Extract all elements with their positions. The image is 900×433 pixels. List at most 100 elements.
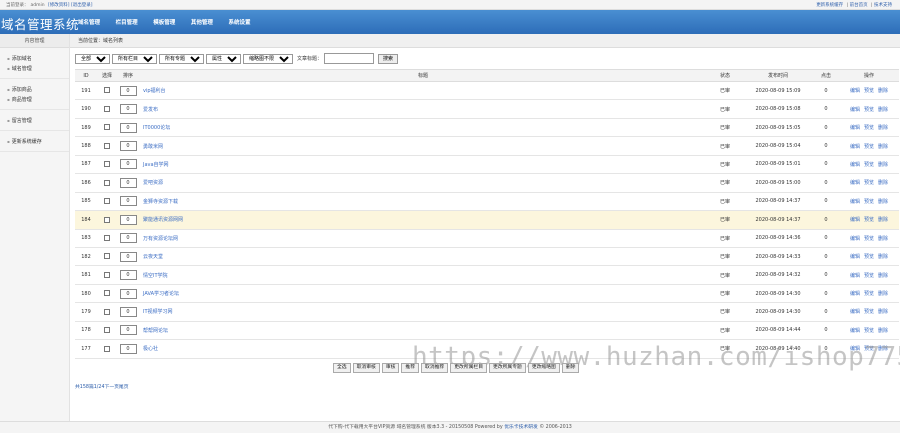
update-cache-link[interactable]: 更新系统缓存 — [816, 3, 843, 8]
order-input[interactable]: 0 — [119, 270, 137, 281]
pagination[interactable]: 共158篇1/24下一页尾页 — [75, 383, 129, 390]
nav-template-manage[interactable]: 模板管理 — [153, 20, 175, 26]
delete-link[interactable]: 删除 — [878, 88, 888, 94]
delete-link[interactable]: 删除 — [878, 144, 888, 150]
title-link[interactable]: vip福利台 — [143, 88, 166, 94]
edit-link[interactable]: 编辑 — [850, 328, 860, 334]
column-select[interactable]: 所有栏目 — [112, 53, 157, 64]
delete-link[interactable]: 删除 — [878, 162, 888, 168]
unrecommend-button[interactable]: 取消推荐 — [421, 363, 449, 373]
delete-link[interactable]: 删除 — [878, 217, 888, 223]
edit-link[interactable]: 编辑 — [850, 107, 860, 113]
edit-link[interactable]: 编辑 — [850, 254, 860, 260]
sidebar-item-domain-manage[interactable]: 域名管理 — [7, 64, 69, 74]
nav-other-manage[interactable]: 其他管理 — [191, 20, 213, 26]
row-checkbox[interactable] — [104, 290, 110, 297]
row-checkbox[interactable] — [104, 198, 110, 205]
row-checkbox[interactable] — [104, 142, 110, 149]
preview-link[interactable]: 预览 — [864, 236, 874, 242]
order-input[interactable]: 0 — [119, 306, 137, 317]
delete-link[interactable]: 删除 — [878, 291, 888, 297]
order-input[interactable]: 0 — [119, 343, 137, 354]
select-all-button[interactable]: 全选 — [333, 363, 351, 373]
order-input[interactable]: 0 — [119, 159, 137, 170]
edit-link[interactable]: 编辑 — [850, 291, 860, 297]
delete-link[interactable]: 删除 — [878, 199, 888, 205]
row-checkbox[interactable] — [104, 253, 110, 260]
delete-link[interactable]: 删除 — [878, 236, 888, 242]
title-search-input[interactable] — [324, 53, 375, 64]
preview-link[interactable]: 预览 — [864, 199, 874, 205]
order-input[interactable]: 0 — [119, 325, 137, 336]
logout-link[interactable]: [退出登录] — [71, 3, 93, 8]
edit-link[interactable]: 编辑 — [850, 88, 860, 94]
row-checkbox[interactable] — [104, 216, 110, 223]
order-input[interactable]: 0 — [119, 288, 137, 299]
sidebar-item-goods-manage[interactable]: 商品管理 — [7, 95, 69, 105]
sidebar-item-add-domain[interactable]: 添加域名 — [7, 54, 69, 64]
preview-link[interactable]: 预览 — [864, 254, 874, 260]
title-link[interactable]: IT视频学习网 — [143, 309, 173, 315]
preview-link[interactable]: 预览 — [864, 273, 874, 279]
order-input[interactable]: 0 — [119, 251, 137, 262]
preview-link[interactable]: 预览 — [864, 291, 874, 297]
title-link[interactable]: 勇敢米网 — [143, 144, 163, 150]
nav-system-settings[interactable]: 系统设置 — [228, 20, 250, 26]
row-checkbox[interactable] — [104, 234, 110, 241]
delete-link[interactable]: 删除 — [878, 273, 888, 279]
sidebar-item-add-goods[interactable]: 添加商品 — [7, 85, 69, 95]
edit-link[interactable]: 编辑 — [850, 273, 860, 279]
title-link[interactable]: JAVA学习者论坛 — [143, 291, 179, 297]
delete-link[interactable]: 删除 — [878, 125, 888, 131]
order-input[interactable]: 0 — [119, 214, 137, 225]
tech-support-link[interactable]: 技术支持 — [874, 3, 892, 8]
row-checkbox[interactable] — [104, 124, 110, 131]
topic-select[interactable]: 所有专题 — [159, 53, 204, 64]
title-link[interactable]: 聚能通讯资源网网 — [143, 217, 183, 223]
delete-selected-button[interactable]: 删除 — [561, 363, 580, 373]
edit-link[interactable]: 编辑 — [850, 162, 860, 168]
order-input[interactable]: 0 — [119, 122, 137, 133]
sidebar-item-message-manage[interactable]: 留言管理 — [7, 116, 69, 126]
sidebar-item-update-cache[interactable]: 更新系统缓存 — [7, 137, 69, 147]
preview-link[interactable]: 预览 — [864, 144, 874, 150]
title-link[interactable]: 极心社 — [143, 346, 158, 352]
preview-link[interactable]: 预览 — [864, 217, 874, 223]
delete-link[interactable]: 删除 — [878, 309, 888, 315]
title-link[interactable]: 爱吧资源 — [143, 180, 163, 186]
title-link[interactable]: 爱发布 — [143, 107, 158, 113]
change-topic-button[interactable]: 更改所属专题 — [489, 363, 526, 373]
edit-link[interactable]: 编辑 — [850, 199, 860, 205]
nav-domain-manage[interactable]: 域名管理 — [78, 20, 100, 26]
title-link[interactable]: Java自学网 — [143, 162, 169, 168]
preview-link[interactable]: 预览 — [864, 162, 874, 168]
delete-link[interactable]: 删除 — [878, 180, 888, 186]
delete-link[interactable]: 删除 — [878, 254, 888, 260]
edit-link[interactable]: 编辑 — [850, 236, 860, 242]
row-checkbox[interactable] — [104, 308, 110, 315]
row-checkbox[interactable] — [104, 87, 110, 94]
delete-link[interactable]: 删除 — [878, 107, 888, 113]
row-checkbox[interactable] — [104, 179, 110, 186]
preview-link[interactable]: 预览 — [864, 309, 874, 315]
title-link[interactable]: IT0000论坛 — [143, 125, 170, 131]
change-column-button[interactable]: 更改所属栏目 — [450, 363, 488, 373]
order-input[interactable]: 0 — [119, 233, 137, 244]
status-select[interactable]: 全部 — [75, 53, 110, 64]
footer-link[interactable]: 优乐卡技术研发 — [504, 425, 538, 430]
preview-link[interactable]: 预览 — [864, 107, 874, 113]
row-checkbox[interactable] — [104, 105, 110, 112]
title-link[interactable]: 万有资源论坛网 — [143, 236, 178, 242]
recommend-button[interactable]: 推荐 — [401, 363, 420, 373]
search-button[interactable]: 搜索 — [378, 53, 399, 64]
approve-button[interactable]: 审核 — [381, 363, 400, 373]
order-input[interactable]: 0 — [119, 104, 137, 115]
order-input[interactable]: 0 — [119, 85, 137, 96]
order-input[interactable]: 0 — [119, 141, 137, 152]
thumbnail-select[interactable]: 缩略图不限 — [243, 53, 293, 64]
delete-link[interactable]: 删除 — [878, 328, 888, 334]
nav-column-manage[interactable]: 栏目管理 — [116, 20, 138, 26]
order-input[interactable]: 0 — [119, 177, 137, 188]
row-checkbox[interactable] — [104, 345, 110, 352]
frontpage-link[interactable]: 前台首页 — [850, 3, 868, 8]
